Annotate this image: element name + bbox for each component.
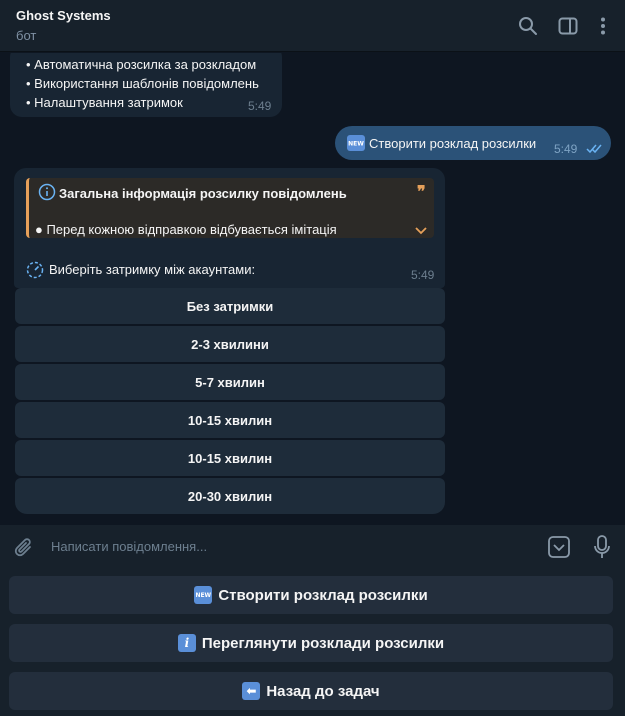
chat-title[interactable]: Ghost Systems	[16, 8, 111, 23]
more-menu-icon[interactable]	[591, 14, 615, 38]
message-line: • Використання шаблонів повідомлень	[26, 76, 259, 91]
timer-icon	[26, 261, 44, 284]
info-icon: i	[177, 634, 196, 652]
info-icon	[38, 183, 56, 206]
sidebar-toggle-icon[interactable]	[556, 14, 580, 38]
reply-button-back-to-tasks[interactable]: ⬅ Назад до задач	[9, 672, 613, 710]
inline-button-2-3-min[interactable]: 2-3 хвилини	[15, 326, 445, 362]
chat-header: Ghost Systems бот	[0, 0, 625, 52]
reply-button-label: Назад до задач	[266, 682, 380, 700]
inline-button-10-15-min-alt[interactable]: 10-15 хвилин	[15, 440, 445, 476]
prompt-text: Виберіть затримку між акаунтами:	[49, 262, 256, 277]
reply-button-view-schedules[interactable]: i Переглянути розклади розсилки	[9, 624, 613, 662]
chevron-down-icon[interactable]	[415, 222, 427, 240]
message-time: 5:49	[554, 142, 578, 156]
outgoing-message: NEW Створити розклад розсилки 5:49	[335, 126, 611, 160]
message-input[interactable]: Написати повідомлення...	[51, 539, 207, 554]
keyboard-toggle-icon[interactable]	[547, 535, 571, 564]
chat-history[interactable]: • Автоматична розсилка за розкладом • Ви…	[0, 53, 625, 525]
reply-button-label: Створити розклад розсилки	[218, 586, 428, 604]
inline-button-5-7-min[interactable]: 5-7 хвилин	[15, 364, 445, 400]
new-badge-icon: NEW	[347, 135, 365, 156]
chat-subtitle: бот	[16, 28, 37, 43]
quote-mark-icon: ❞	[417, 184, 426, 201]
incoming-message: Загальна інформація розсилку повідомлень…	[14, 168, 445, 288]
microphone-icon[interactable]	[592, 534, 612, 565]
message-composer: Написати повідомлення...	[0, 525, 625, 569]
back-arrow-icon: ⬅	[242, 682, 261, 700]
incoming-message: • Автоматична розсилка за розкладом • Ви…	[10, 53, 282, 117]
reply-button-label: Переглянути розклади розсилки	[201, 634, 445, 652]
quote-body: ● Перед кожною відправкою відбувається і…	[35, 222, 337, 237]
read-receipt-icon	[586, 141, 604, 159]
message-line: • Автоматична розсилка за розкладом	[26, 57, 257, 72]
inline-button-10-15-min[interactable]: 10-15 хвилин	[15, 402, 445, 438]
new-badge-icon: NEW	[194, 586, 213, 604]
attach-icon[interactable]	[12, 536, 36, 565]
reply-button-create-schedule[interactable]: NEW Створити розклад розсилки	[9, 576, 613, 614]
quote-title: Загальна інформація розсилку повідомлень	[59, 186, 347, 201]
reply-keyboard: NEW Створити розклад розсилки i Переглян…	[0, 569, 625, 716]
search-icon[interactable]	[516, 14, 540, 38]
message-time: 5:49	[248, 99, 272, 113]
expandable-quote[interactable]: Загальна інформація розсилку повідомлень…	[26, 178, 434, 238]
message-time: 5:49	[411, 268, 435, 282]
message-text: Створити розклад розсилки	[369, 136, 537, 151]
inline-button-20-30-min[interactable]: 20-30 хвилин	[15, 478, 445, 514]
inline-button-no-delay[interactable]: Без затримки	[15, 288, 445, 324]
message-line: • Налаштування затримок	[26, 95, 183, 110]
new-badge-text: NEW	[348, 141, 364, 148]
